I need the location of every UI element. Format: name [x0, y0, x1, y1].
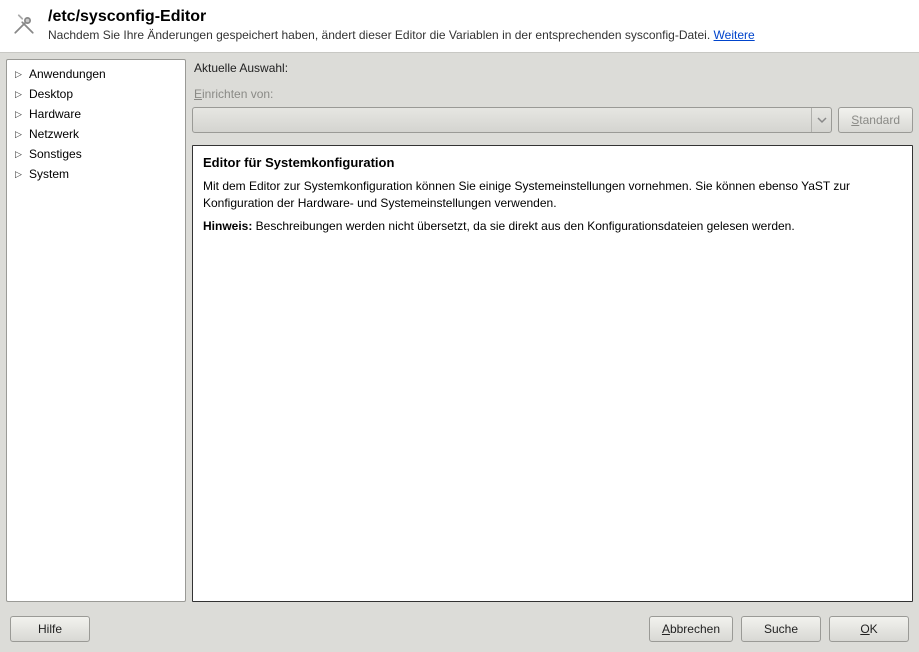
default-button[interactable]: Standard	[838, 107, 913, 133]
tree-item-label: Desktop	[29, 87, 73, 101]
description-para: Mit dem Editor zur Systemkonfiguration k…	[203, 178, 902, 212]
expand-icon: ▷	[15, 129, 23, 140]
tree-item-desktop[interactable]: ▷ Desktop	[7, 84, 185, 104]
expand-icon: ▷	[15, 109, 23, 120]
description-panel: Editor für Systemkonfiguration Mit dem E…	[192, 145, 913, 602]
tree-item-sonstiges[interactable]: ▷ Sonstiges	[7, 144, 185, 164]
help-button[interactable]: Hilfe	[10, 616, 90, 642]
tree-item-label: System	[29, 167, 69, 181]
search-button[interactable]: Suche	[741, 616, 821, 642]
main-area: ▷ Anwendungen ▷ Desktop ▷ Hardware ▷ Net…	[0, 53, 919, 608]
expand-icon: ▷	[15, 69, 23, 80]
description-hint: Hinweis: Beschreibungen werden nicht übe…	[203, 218, 902, 235]
tree-item-label: Anwendungen	[29, 67, 106, 81]
tree-item-hardware[interactable]: ▷ Hardware	[7, 104, 185, 124]
combo-value[interactable]	[193, 108, 811, 132]
expand-icon: ▷	[15, 89, 23, 100]
setup-from-combo[interactable]	[192, 107, 832, 133]
category-tree[interactable]: ▷ Anwendungen ▷ Desktop ▷ Hardware ▷ Net…	[6, 59, 186, 602]
tree-item-label: Hardware	[29, 107, 81, 121]
page-subtitle: Nachdem Sie Ihre Änderungen gespeichert …	[48, 28, 909, 42]
page-title: /etc/sysconfig-Editor	[48, 8, 909, 26]
tree-item-netzwerk[interactable]: ▷ Netzwerk	[7, 124, 185, 144]
tree-item-system[interactable]: ▷ System	[7, 164, 185, 184]
header: /etc/sysconfig-Editor Nachdem Sie Ihre Ä…	[0, 0, 919, 53]
expand-icon: ▷	[15, 169, 23, 180]
tree-item-label: Sonstiges	[29, 147, 82, 161]
cancel-button[interactable]: Abbrechen	[649, 616, 733, 642]
ok-button[interactable]: OK	[829, 616, 909, 642]
tree-item-anwendungen[interactable]: ▷ Anwendungen	[7, 64, 185, 84]
description-title: Editor für Systemkonfiguration	[203, 154, 902, 172]
more-link[interactable]: Weitere	[714, 28, 755, 42]
chevron-down-icon[interactable]	[811, 108, 831, 132]
tools-icon	[10, 10, 38, 38]
tree-item-label: Netzwerk	[29, 127, 79, 141]
expand-icon: ▷	[15, 149, 23, 160]
current-selection-label: Aktuelle Auswahl:	[192, 59, 913, 75]
footer: Hilfe Abbrechen Suche OK	[0, 608, 919, 652]
setup-from-label: Einrichten von:	[192, 81, 913, 101]
content-panel: Aktuelle Auswahl: Einrichten von: Standa…	[192, 59, 913, 602]
